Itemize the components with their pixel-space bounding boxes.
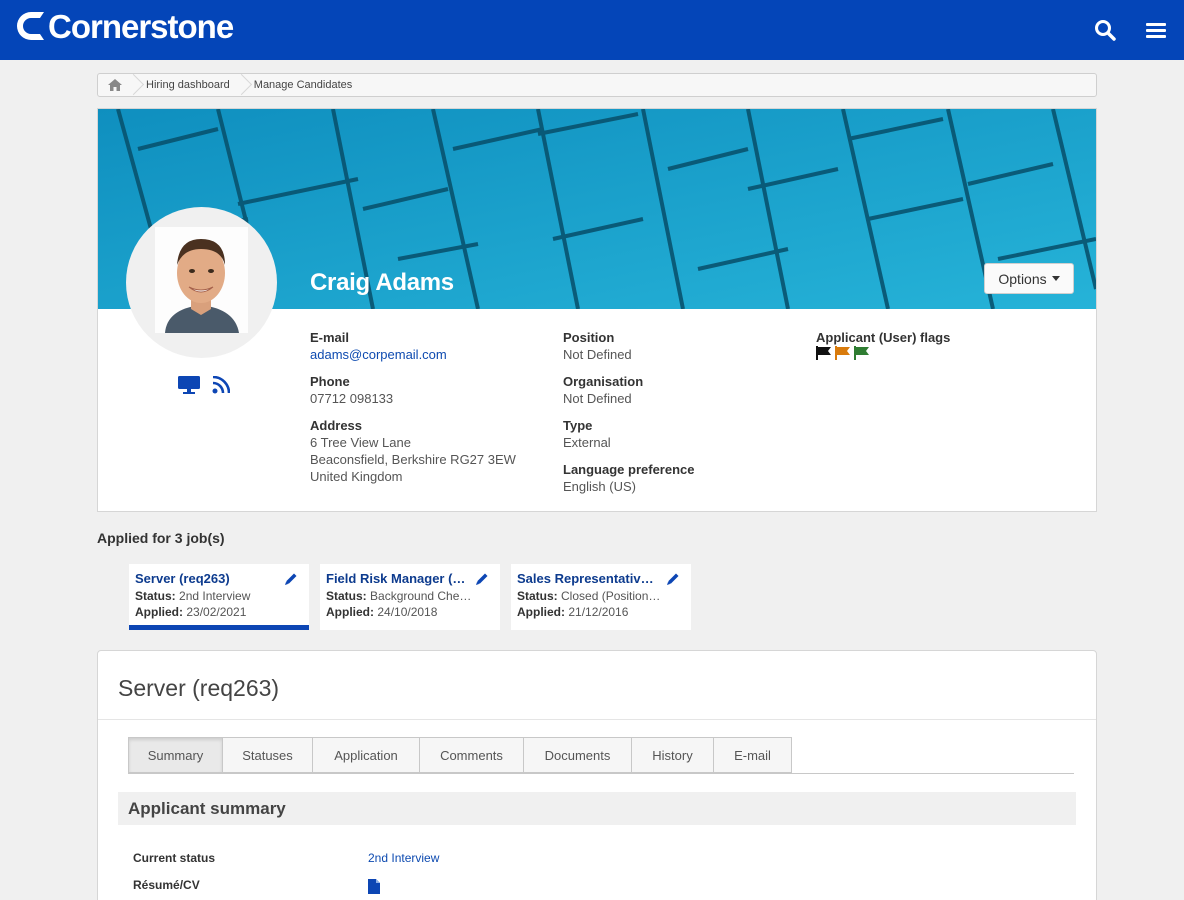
tab-summary[interactable]: Summary (128, 737, 223, 773)
job-status: Status: Closed (Position… (517, 589, 661, 603)
options-button-label: Options (998, 270, 1047, 287)
job-applied-date: Applied: 23/02/2021 (135, 605, 247, 619)
job-card[interactable]: Server (req263) Status: 2nd Interview Ap… (129, 564, 309, 630)
desktop-monitor-icon[interactable] (178, 376, 200, 399)
avatar[interactable] (126, 207, 277, 358)
applied-jobs-title: Applied for 3 job(s) (97, 530, 225, 546)
brand-name: Cornerstone (48, 7, 234, 45)
job-title[interactable]: Sales Representative… (517, 571, 657, 586)
resume-label: Résumé/CV (133, 878, 200, 892)
detail-title: Server (req263) (118, 675, 280, 701)
tab-application[interactable]: Application (313, 737, 420, 773)
organisation-label: Organisation (563, 374, 644, 389)
pencil-edit-icon[interactable] (284, 572, 298, 586)
email-link[interactable]: adams@corpemail.com (310, 346, 447, 363)
position-value: Not Defined (563, 347, 632, 362)
tab-email[interactable]: E-mail (714, 737, 792, 773)
avatar-action-icons (178, 375, 231, 399)
breadcrumb-manage-candidates[interactable]: Manage Candidates (250, 79, 362, 91)
job-applied-date: Applied: 21/12/2016 (517, 605, 629, 619)
position-field: Position Not Defined (563, 329, 632, 363)
profile-photo (155, 227, 248, 333)
logo-mark-icon (17, 12, 44, 40)
job-title[interactable]: Field Risk Manager (… (326, 571, 466, 586)
phone-value: 07712 098133 (310, 391, 394, 406)
email-field: E-mail adams@corpemail.com (310, 329, 447, 363)
job-title[interactable]: Server (req263) (135, 571, 275, 586)
applicant-summary-header: Applicant summary (118, 792, 1076, 825)
breadcrumb: Hiring dashboard Manage Candidates (97, 73, 1097, 97)
breadcrumb-hiring-dashboard[interactable]: Hiring dashboard (142, 79, 240, 91)
address-line-1: 6 Tree View Lane (310, 435, 411, 450)
organisation-field: Organisation Not Defined (563, 373, 643, 407)
address-field: Address 6 Tree View Lane Beaconsfield, B… (310, 417, 516, 485)
language-value: English (US) (563, 479, 636, 494)
language-label: Language preference (563, 462, 695, 477)
search-icon[interactable] (1093, 18, 1117, 42)
profile-card: Craig Adams Options E-mail adams@corpema… (97, 108, 1097, 512)
current-status-label: Current status (133, 851, 216, 865)
divider (98, 719, 1096, 720)
type-value: External (563, 435, 611, 450)
pencil-edit-icon[interactable] (666, 572, 680, 586)
phone-field: Phone 07712 098133 (310, 373, 393, 407)
options-dropdown-button[interactable]: Options (984, 263, 1074, 294)
top-bar: Cornerstone (0, 0, 1184, 60)
rss-feed-icon[interactable] (212, 375, 231, 399)
green-flag-icon[interactable] (854, 346, 870, 360)
email-label: E-mail (310, 330, 350, 345)
phone-label: Phone (310, 374, 350, 389)
job-applied-date: Applied: 24/10/2018 (326, 605, 438, 619)
tab-comments[interactable]: Comments (420, 737, 524, 773)
tab-statuses[interactable]: Statuses (223, 737, 313, 773)
language-field: Language preference English (US) (563, 461, 695, 495)
job-card[interactable]: Field Risk Manager (… Status: Background… (320, 564, 500, 630)
job-status: Status: 2nd Interview (135, 589, 251, 603)
orange-flag-icon[interactable] (835, 346, 851, 360)
applicant-flags (816, 346, 870, 360)
flags-label: Applicant (User) flags (816, 330, 951, 345)
address-line-2: Beaconsfield, Berkshire RG27 3EW (310, 452, 516, 467)
position-label: Position (563, 330, 615, 345)
organisation-value: Not Defined (563, 391, 632, 406)
tab-history[interactable]: History (632, 737, 714, 773)
candidate-name: Craig Adams (310, 269, 454, 296)
hamburger-menu-icon[interactable] (1144, 18, 1168, 42)
job-status: Status: Background Che… (326, 589, 472, 603)
address-line-3: United Kingdom (310, 469, 403, 484)
type-label: Type (563, 418, 593, 433)
pencil-edit-icon[interactable] (475, 572, 489, 586)
current-status-link[interactable]: 2nd Interview (368, 851, 439, 865)
cornerstone-logo[interactable]: Cornerstone (14, 6, 234, 46)
document-icon[interactable] (368, 879, 380, 894)
tab-documents[interactable]: Documents (524, 737, 632, 773)
black-flag-icon[interactable] (816, 346, 832, 360)
job-detail-panel: Server (req263) Summary Statuses Applica… (97, 650, 1097, 900)
tab-bar: Summary Statuses Application Comments Do… (128, 737, 792, 773)
tabs-underline (128, 773, 1074, 774)
chevron-down-icon (1051, 276, 1060, 281)
job-card[interactable]: Sales Representative… Status: Closed (Po… (511, 564, 691, 630)
type-field: Type External (563, 417, 611, 451)
breadcrumb-separator (240, 74, 250, 96)
address-label: Address (310, 418, 363, 433)
flags-field: Applicant (User) flags (816, 329, 950, 346)
breadcrumb-separator (132, 74, 142, 96)
